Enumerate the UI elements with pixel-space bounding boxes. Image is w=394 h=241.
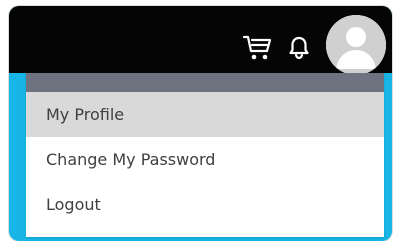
top-bar xyxy=(9,6,392,75)
menu-item-my-profile[interactable]: My Profile xyxy=(26,92,384,137)
cart-icon[interactable] xyxy=(242,33,272,63)
app-frame: My Profile Change My Password Logout xyxy=(9,6,392,241)
menu-header-bar xyxy=(26,73,384,92)
menu-item-change-password[interactable]: Change My Password xyxy=(26,137,384,182)
menu-item-logout[interactable]: Logout xyxy=(26,182,384,227)
bell-icon[interactable] xyxy=(285,34,313,62)
profile-dropdown-menu: My Profile Change My Password Logout xyxy=(26,73,384,237)
avatar[interactable] xyxy=(326,15,386,75)
